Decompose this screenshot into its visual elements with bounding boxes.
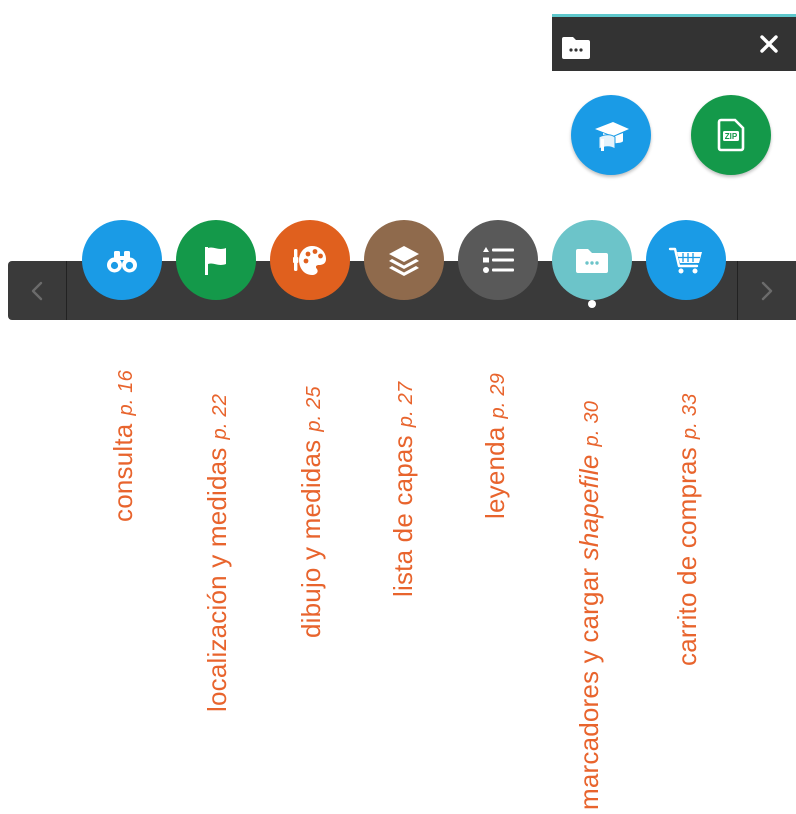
folder-dots-icon [572, 240, 612, 280]
binoculars-icon [102, 240, 142, 280]
tool-capas[interactable] [364, 220, 444, 300]
close-icon[interactable] [756, 31, 782, 57]
zip-file-icon: ZIP [711, 115, 751, 155]
next-button[interactable] [737, 261, 796, 320]
svg-text:ZIP: ZIP [725, 132, 738, 141]
panel-header [552, 14, 796, 71]
prev-button[interactable] [8, 261, 67, 320]
tool-leyenda[interactable] [458, 220, 538, 300]
shopping-cart-icon [666, 240, 706, 280]
label-leyenda: leyendap. 29 [480, 373, 510, 519]
tool-marcadores[interactable] [552, 220, 632, 300]
chevron-right-icon [759, 279, 775, 303]
tool-carrito[interactable] [646, 220, 726, 300]
label-marcadores: marcadores y cargar shapefilep. 30 [574, 400, 604, 810]
label-localizacion: localización y medidasp. 22 [202, 393, 232, 712]
tutorial-button[interactable] [571, 95, 651, 175]
label-capas: lista de capasp. 27 [388, 381, 418, 597]
layers-icon [384, 240, 424, 280]
folder-dots-icon [562, 33, 590, 59]
active-indicator [588, 300, 596, 308]
zip-download-button[interactable]: ZIP [691, 95, 771, 175]
palette-icon [290, 240, 330, 280]
list-icon [478, 240, 518, 280]
tool-dibujo[interactable] [270, 220, 350, 300]
graduation-cap-book-icon [591, 115, 631, 155]
chevron-left-icon [29, 279, 45, 303]
label-consulta: consultap. 16 [108, 370, 138, 522]
label-dibujo: dibujo y medidasp. 25 [296, 386, 326, 638]
label-carrito: carrito de comprasp. 33 [672, 393, 702, 666]
tool-consulta[interactable] [82, 220, 162, 300]
tool-localizacion[interactable] [176, 220, 256, 300]
flag-icon [196, 240, 236, 280]
